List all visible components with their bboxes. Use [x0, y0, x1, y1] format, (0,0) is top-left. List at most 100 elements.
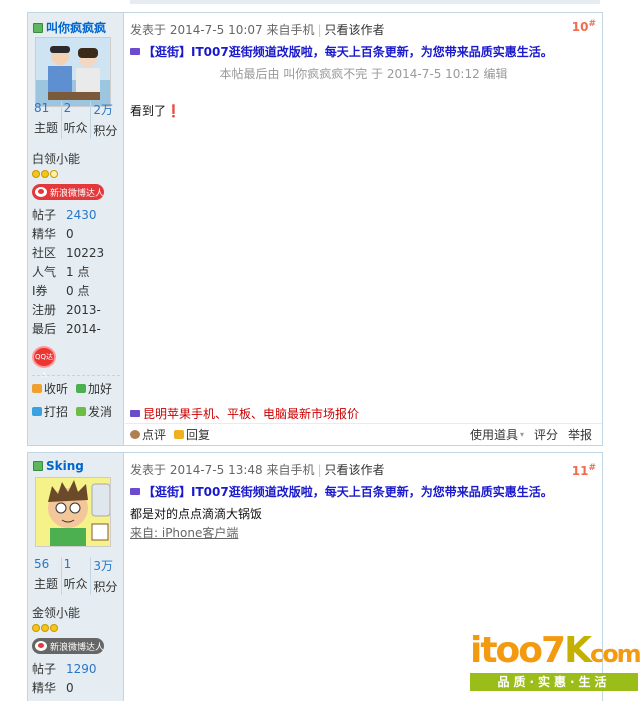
use-tool-button[interactable]: 使用道具 ▾: [470, 426, 524, 443]
stat-value: 3万: [93, 559, 113, 573]
avatar[interactable]: [35, 477, 111, 547]
rank-stars: [32, 170, 58, 178]
follow-button[interactable]: 收听: [32, 380, 76, 397]
info-value: 2013-: [66, 303, 101, 317]
report-button[interactable]: 举报: [568, 426, 592, 443]
author-name-text[interactable]: 叫你疯疯疯: [46, 19, 106, 36]
rate-button[interactable]: 评分: [534, 426, 558, 443]
add-friend-button[interactable]: 加好: [76, 380, 120, 397]
greet-button[interactable]: 打招: [32, 403, 76, 420]
info-value[interactable]: 1290: [66, 660, 97, 679]
info-row: 帖子 1290: [32, 660, 97, 679]
stat-topics[interactable]: 56 主题: [32, 557, 62, 595]
stat-label: 主题: [34, 577, 59, 591]
weibo-icon: [35, 641, 47, 651]
star-icon: [32, 170, 40, 178]
stat-label: 听众: [63, 121, 88, 135]
previous-post-footer: [0, 0, 642, 6]
thread-ad-link[interactable]: 【逛街】IT007逛街频道改版啦，每天上百条更新，为您带来品质实惠生活。: [130, 483, 553, 500]
weibo-badge[interactable]: 新浪微博达人: [32, 638, 104, 654]
ad-text[interactable]: 【逛街】IT007逛街频道改版啦，每天上百条更新，为您带来品质实惠生活。: [143, 43, 553, 60]
greet-icon: [32, 407, 42, 416]
star-icon: [50, 170, 58, 178]
author-stats: 81 主题 2 听众 2万积分: [32, 101, 120, 139]
stat-points[interactable]: 2万积分: [91, 101, 120, 139]
author-name[interactable]: 叫你疯疯疯: [33, 19, 106, 36]
forum-thread: 叫你疯疯疯 81 主题 2 听众 2万 积分 白领小能 新浪微博达人 帖子 24…: [0, 0, 642, 701]
footer-bar: [130, 0, 600, 4]
stat-value: 1: [63, 557, 72, 571]
user-group[interactable]: 白领小能: [32, 150, 80, 167]
author-sidebar: Sking 56 主题 1 听众 3万 积分 金领小能 新浪微博达人 帖子 12…: [28, 453, 124, 701]
post-header: 发表于 2014-7-5 10:07 来自手机 | 只看该作者: [130, 23, 385, 37]
info-key: 人气: [32, 265, 57, 279]
stat-label: 积分: [93, 124, 118, 138]
info-key: 帖子: [32, 662, 57, 676]
message-button[interactable]: 发消: [76, 403, 120, 420]
author-stats: 56 主题 1 听众 3万积分: [32, 557, 120, 595]
info-value[interactable]: 2430: [66, 206, 97, 225]
action-label: 打招: [44, 405, 69, 419]
comment-label: 点评: [142, 428, 167, 442]
post-content: 看到了❗: [130, 104, 181, 118]
logo-slogan: 品质·实惠·生活: [470, 673, 638, 691]
only-author-link[interactable]: 只看该作者: [325, 23, 385, 37]
weibo-badge[interactable]: 新浪微博达人: [32, 184, 104, 200]
post-floor-10: 叫你疯疯疯 81 主题 2 听众 2万 积分 白领小能 新浪微博达人 帖子 24…: [27, 12, 603, 446]
comment-button[interactable]: 点评: [130, 426, 166, 443]
chevron-down-icon: ▾: [519, 430, 524, 439]
only-author-link[interactable]: 只看该作者: [325, 463, 385, 477]
follow-icon: [32, 384, 42, 393]
stat-value: 56: [34, 557, 50, 571]
author-info: 帖子 2430 精华 0 社区 10223 人气 1 点 I券 0 点 注册 2013- 最…: [32, 206, 104, 339]
rank-stars: [32, 624, 58, 632]
floor-number[interactable]: 10#: [572, 19, 596, 34]
use-tool-label: 使用道具: [469, 428, 518, 442]
info-value: 10223: [66, 246, 105, 260]
post-time: 发表于 2014-7-5 13:48 来自手机: [130, 463, 315, 477]
info-row: 人气 1 点: [32, 263, 104, 282]
stat-value: 2万: [93, 103, 113, 117]
ad-tag-icon: [130, 48, 140, 55]
info-key: I券: [32, 284, 48, 298]
author-info: 帖子 1290 精华 0: [32, 660, 97, 698]
ad-text[interactable]: 昆明苹果手机、平板、电脑最新市场报价: [143, 405, 359, 422]
stat-followers[interactable]: 2 听众: [62, 101, 92, 139]
logo-main: itoo7: [470, 630, 566, 671]
stat-topics[interactable]: 81 主题: [32, 101, 62, 139]
reply-button[interactable]: 回复: [174, 426, 210, 443]
stat-points[interactable]: 3万积分: [91, 557, 120, 595]
user-group[interactable]: 金领小能: [32, 604, 80, 621]
floor-number[interactable]: 11#: [572, 463, 596, 478]
author-sidebar: 叫你疯疯疯 81 主题 2 听众 2万 积分 白领小能 新浪微博达人 帖子 24…: [28, 13, 124, 445]
ad-text[interactable]: 【逛街】IT007逛街频道改版啦，每天上百条更新，为您带来品质实惠生活。: [143, 483, 553, 500]
online-icon: [33, 22, 43, 33]
stat-label: 主题: [34, 121, 59, 135]
action-label: 加好: [88, 382, 113, 396]
post-header: 发表于 2014-7-5 13:48 来自手机 | 只看该作者: [130, 463, 385, 477]
stat-followers[interactable]: 1 听众: [62, 557, 92, 595]
post-main: 发表于 2014-7-5 10:07 来自手机 | 只看该作者 10# 【逛街】IT…: [125, 13, 602, 445]
info-value: 1 点: [66, 265, 90, 279]
comment-icon: [130, 430, 140, 439]
medal-icon[interactable]: QQ达人: [32, 346, 56, 379]
author-name[interactable]: Sking: [33, 459, 84, 473]
ad-tag-icon: [130, 488, 140, 495]
star-icon: [50, 624, 58, 632]
client-source-link[interactable]: 来自: iPhone客户端: [130, 524, 238, 541]
post-footer: 点评 回复 使用道具 ▾ 评分 举报: [125, 423, 602, 445]
thread-ad-link[interactable]: 【逛街】IT007逛街频道改版啦，每天上百条更新，为您带来品质实惠生活。: [130, 43, 553, 60]
logo-text: itoo7Kcom: [470, 630, 642, 674]
weibo-icon: [35, 187, 47, 197]
info-row: 注册 2013-: [32, 301, 104, 320]
info-value: 0: [66, 227, 74, 241]
stat-value: 81: [34, 101, 50, 115]
post-content: 都是对的点点滴滴大锅饭: [130, 507, 263, 521]
stat-label: 积分: [93, 580, 118, 594]
author-name-text[interactable]: Sking: [46, 459, 84, 473]
action-label: 收听: [44, 382, 69, 396]
avatar[interactable]: [35, 37, 111, 107]
logo-k-icon: K: [564, 630, 592, 671]
bottom-ad-link[interactable]: 昆明苹果手机、平板、电脑最新市场报价: [130, 405, 359, 422]
info-key: 帖子: [32, 208, 57, 222]
